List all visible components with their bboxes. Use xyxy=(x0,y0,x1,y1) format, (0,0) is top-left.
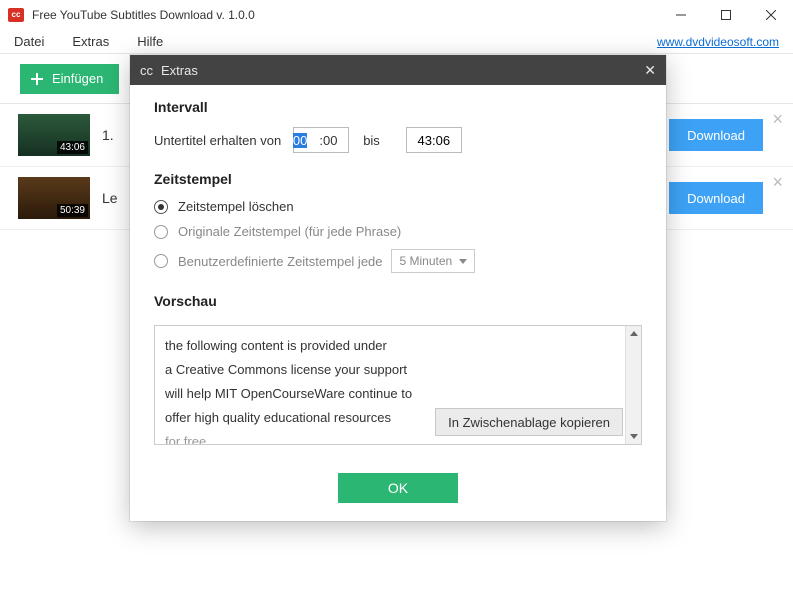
end-time-input[interactable] xyxy=(406,127,462,153)
copy-to-clipboard-button[interactable]: In Zwischenablage kopieren xyxy=(435,408,623,436)
window-title: Free YouTube Subtitles Download v. 1.0.0 xyxy=(32,8,658,22)
duration-badge: 50:39 xyxy=(57,204,88,217)
download-button[interactable]: Download xyxy=(669,182,763,214)
minimize-button[interactable] xyxy=(658,0,703,30)
radio-label: Zeitstempel löschen xyxy=(178,199,294,214)
maximize-button[interactable] xyxy=(703,0,748,30)
dialog-footer: OK xyxy=(130,459,666,521)
window-titlebar: cc Free YouTube Subtitles Download v. 1.… xyxy=(0,0,793,30)
radio-label: Originale Zeitstempel (für jede Phrase) xyxy=(178,224,401,239)
app-icon: cc xyxy=(140,63,153,78)
dialog-titlebar: cc Extras ✕ xyxy=(130,55,666,85)
scroll-down-icon xyxy=(630,434,638,439)
interval-to-label: bis xyxy=(363,133,380,148)
remove-item-button[interactable]: × xyxy=(772,110,783,128)
download-button[interactable]: Download xyxy=(669,119,763,151)
interval-row: Untertitel erhalten von 00:00 bis xyxy=(154,127,642,153)
radio-custom-timestamps[interactable]: Benutzerdefinierte Zeitstempel jede 5 Mi… xyxy=(154,249,642,273)
vendor-link[interactable]: www.dvdvideosoft.com xyxy=(657,35,779,49)
plus-icon xyxy=(30,72,44,86)
radio-label: Benutzerdefinierte Zeitstempel jede xyxy=(178,254,383,269)
add-button-label: Einfügen xyxy=(52,71,103,86)
preview-heading: Vorschau xyxy=(154,293,642,309)
remove-item-button[interactable]: × xyxy=(772,173,783,191)
video-title-fragment: Le xyxy=(102,190,118,206)
thumbnail[interactable]: 50:39 xyxy=(18,177,90,219)
add-button[interactable]: Einfügen xyxy=(20,64,119,94)
start-time-input[interactable]: 00:00 xyxy=(293,127,349,153)
menu-hilfe[interactable]: Hilfe xyxy=(137,34,163,49)
radio-original-timestamps[interactable]: Originale Zeitstempel (für jede Phrase) xyxy=(154,224,642,239)
close-button[interactable] xyxy=(748,0,793,30)
duration-badge: 43:06 xyxy=(57,141,88,154)
start-time-selected: 00 xyxy=(293,133,307,148)
radio-icon xyxy=(154,254,168,268)
preview-line: a Creative Commons license your support xyxy=(165,358,623,382)
menubar: Datei Extras Hilfe www.dvdvideosoft.com xyxy=(0,30,793,54)
interval-heading: Intervall xyxy=(154,99,642,115)
scroll-up-icon xyxy=(630,331,638,336)
extras-dialog: cc Extras ✕ Intervall Untertitel erhalte… xyxy=(130,55,666,521)
dialog-title: Extras xyxy=(161,63,198,78)
app-icon: cc xyxy=(8,8,24,22)
radio-icon xyxy=(154,200,168,214)
scrollbar[interactable] xyxy=(625,326,641,444)
thumbnail[interactable]: 43:06 xyxy=(18,114,90,156)
preview-line: the following content is provided under xyxy=(165,334,623,358)
menu-extras[interactable]: Extras xyxy=(72,34,109,49)
menu-datei[interactable]: Datei xyxy=(14,34,44,49)
preview-line: will help MIT OpenCourseWare continue to xyxy=(165,382,623,406)
radio-icon xyxy=(154,225,168,239)
custom-interval-select[interactable]: 5 Minuten xyxy=(391,249,476,273)
interval-label: Untertitel erhalten von xyxy=(154,133,281,148)
preview-textarea[interactable]: the following content is provided under … xyxy=(154,325,642,445)
video-title-fragment: 1. xyxy=(102,127,114,143)
dialog-close-button[interactable]: ✕ xyxy=(632,62,656,79)
timestamp-heading: Zeitstempel xyxy=(154,171,642,187)
radio-delete-timestamps[interactable]: Zeitstempel löschen xyxy=(154,199,642,214)
select-value: 5 Minuten xyxy=(400,254,453,268)
ok-button[interactable]: OK xyxy=(338,473,458,503)
